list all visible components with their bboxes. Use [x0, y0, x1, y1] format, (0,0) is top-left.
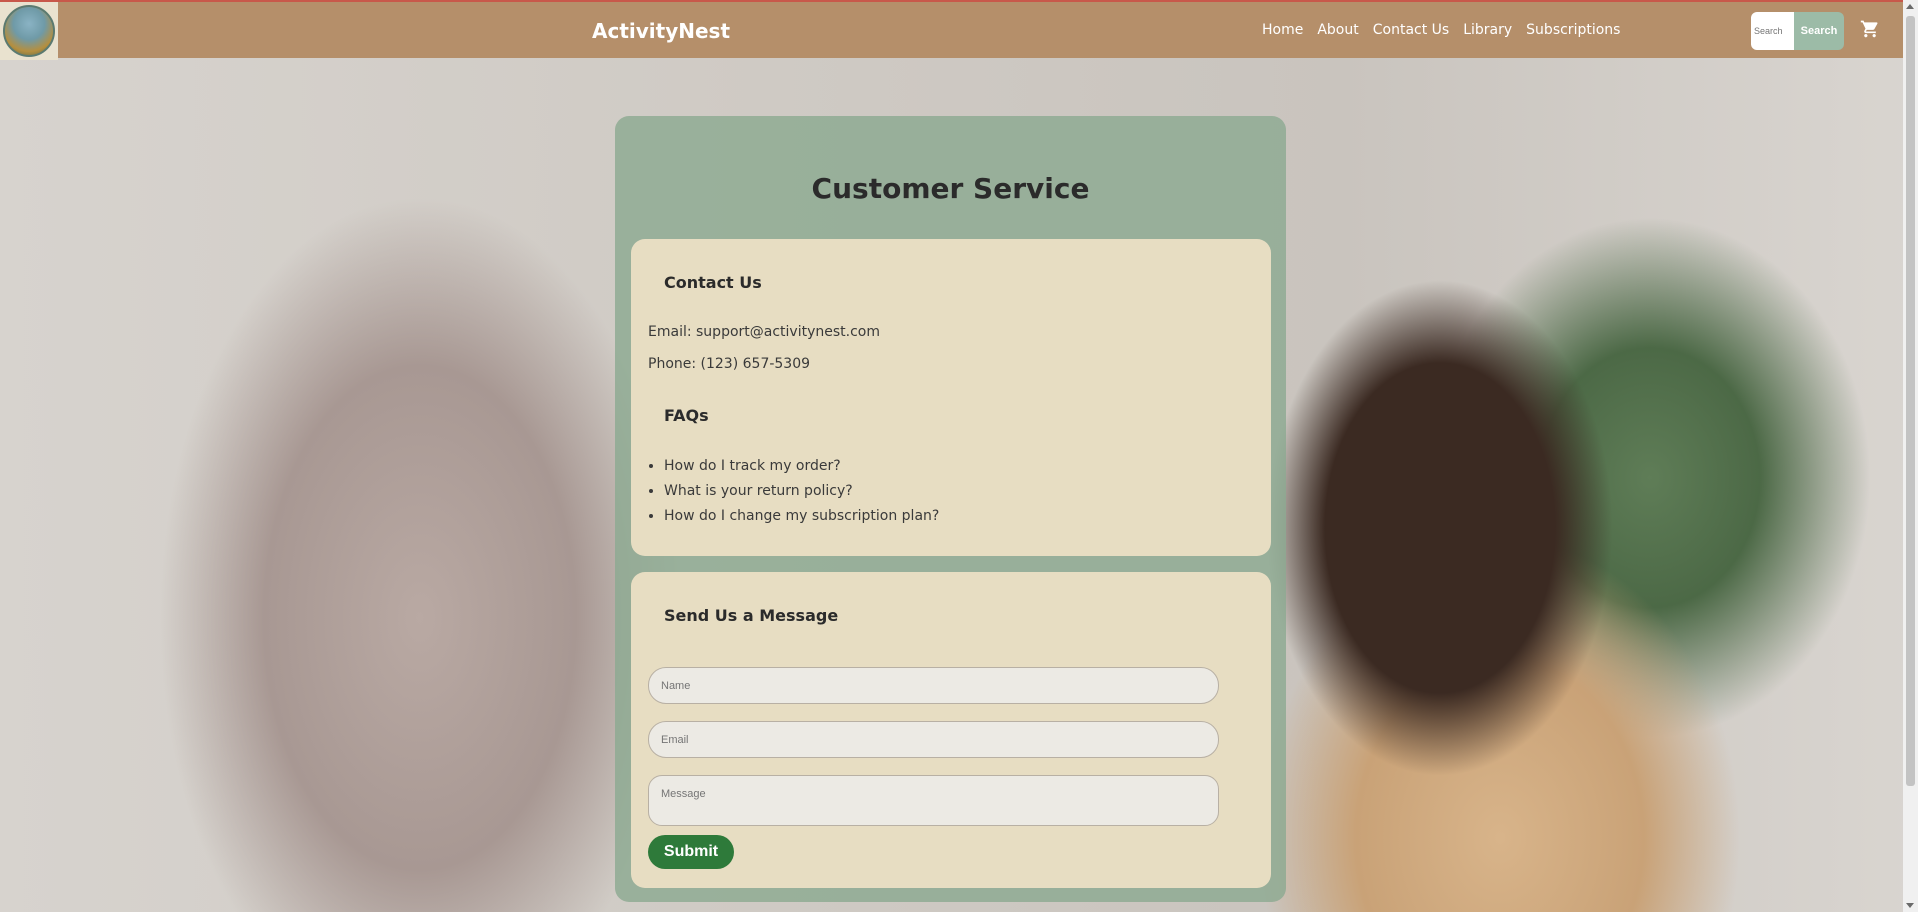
faq-list: How do I track my order? What is your re… — [664, 458, 939, 533]
search-bar: Search — [1751, 12, 1844, 50]
submit-button[interactable]: Submit — [648, 835, 734, 869]
cart-icon[interactable] — [1860, 19, 1880, 39]
nav-subscriptions[interactable]: Subscriptions — [1526, 22, 1620, 38]
contact-email: Email: support@activitynest.com — [648, 324, 880, 340]
message-field[interactable] — [648, 775, 1219, 826]
contact-card: Contact Us Email: support@activitynest.c… — [631, 239, 1271, 556]
customer-service-panel: Customer Service Contact Us Email: suppo… — [615, 116, 1286, 902]
faq-item: How do I track my order? — [664, 458, 939, 474]
search-button[interactable]: Search — [1794, 12, 1844, 50]
main-nav: Home About Contact Us Library Subscripti… — [1262, 22, 1620, 38]
nav-home[interactable]: Home — [1262, 22, 1303, 38]
faq-item: How do I change my subscription plan? — [664, 508, 939, 524]
nav-contact-us[interactable]: Contact Us — [1373, 22, 1449, 38]
nav-library[interactable]: Library — [1463, 22, 1512, 38]
scroll-down-arrow-icon[interactable] — [1906, 903, 1914, 908]
message-form-card: Send Us a Message Submit — [631, 572, 1271, 888]
logo-image — [3, 5, 55, 57]
site-header: ActivityNest Home About Contact Us Libra… — [0, 0, 1918, 60]
faq-item: What is your return policy? — [664, 483, 939, 499]
faqs-heading: FAQs — [664, 406, 709, 425]
contact-heading: Contact Us — [664, 273, 762, 292]
page-title: Customer Service — [811, 172, 1090, 205]
form-heading: Send Us a Message — [664, 606, 839, 625]
scroll-up-arrow-icon[interactable] — [1906, 4, 1914, 9]
page-scrollbar[interactable] — [1903, 0, 1918, 912]
search-input[interactable] — [1751, 12, 1794, 50]
logo[interactable] — [0, 2, 58, 60]
brand-name[interactable]: ActivityNest — [592, 19, 730, 43]
name-field[interactable] — [648, 667, 1219, 704]
contact-phone: Phone: (123) 657-5309 — [648, 356, 811, 372]
scrollbar-thumb[interactable] — [1906, 16, 1915, 786]
nav-about[interactable]: About — [1317, 22, 1358, 38]
email-field[interactable] — [648, 721, 1219, 758]
